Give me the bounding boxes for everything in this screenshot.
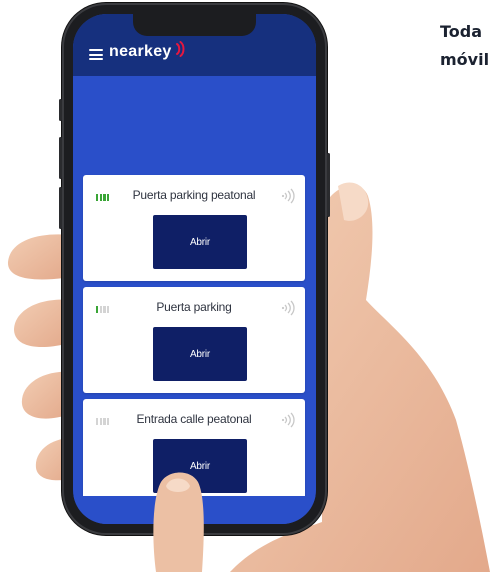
nearkey-signal-logo-icon (176, 41, 185, 57)
signal-strength-icon (96, 306, 110, 313)
side-caption-line-1: Toda (440, 22, 483, 41)
door-name: Puerta parking (156, 300, 232, 314)
mute-switch (59, 99, 62, 121)
volume-up-button (59, 137, 62, 179)
side-caption: Toda móvil (440, 18, 489, 74)
smartphone: nearkey Puerta parking peatonal Abrir Pu… (59, 3, 330, 535)
brand-logo-text: nearkey (109, 43, 172, 60)
volume-down-button (59, 187, 62, 229)
hamburger-menu-icon[interactable] (89, 49, 103, 60)
door-name: Entrada calle peatonal (136, 412, 252, 426)
door-list: Puerta parking peatonal Abrir Puerta par… (83, 175, 305, 511)
signal-strength-icon (96, 194, 110, 201)
side-caption-line-2: móvil (440, 50, 490, 69)
nfc-icon[interactable] (280, 187, 296, 205)
open-door-button[interactable]: Abrir (153, 327, 247, 381)
open-door-button[interactable]: Abrir (153, 439, 247, 493)
nfc-icon[interactable] (280, 299, 296, 317)
door-card: Puerta parking Abrir (83, 287, 305, 393)
bottom-bar (73, 496, 316, 524)
door-name: Puerta parking peatonal (132, 188, 256, 202)
phone-screen: nearkey Puerta parking peatonal Abrir Pu… (73, 14, 316, 524)
notch (133, 14, 256, 36)
open-door-button[interactable]: Abrir (153, 215, 247, 269)
nfc-icon[interactable] (280, 411, 296, 429)
signal-strength-icon (96, 418, 110, 425)
power-button (327, 153, 330, 217)
door-card: Puerta parking peatonal Abrir (83, 175, 305, 281)
door-card: Entrada calle peatonal Abrir (83, 399, 305, 505)
